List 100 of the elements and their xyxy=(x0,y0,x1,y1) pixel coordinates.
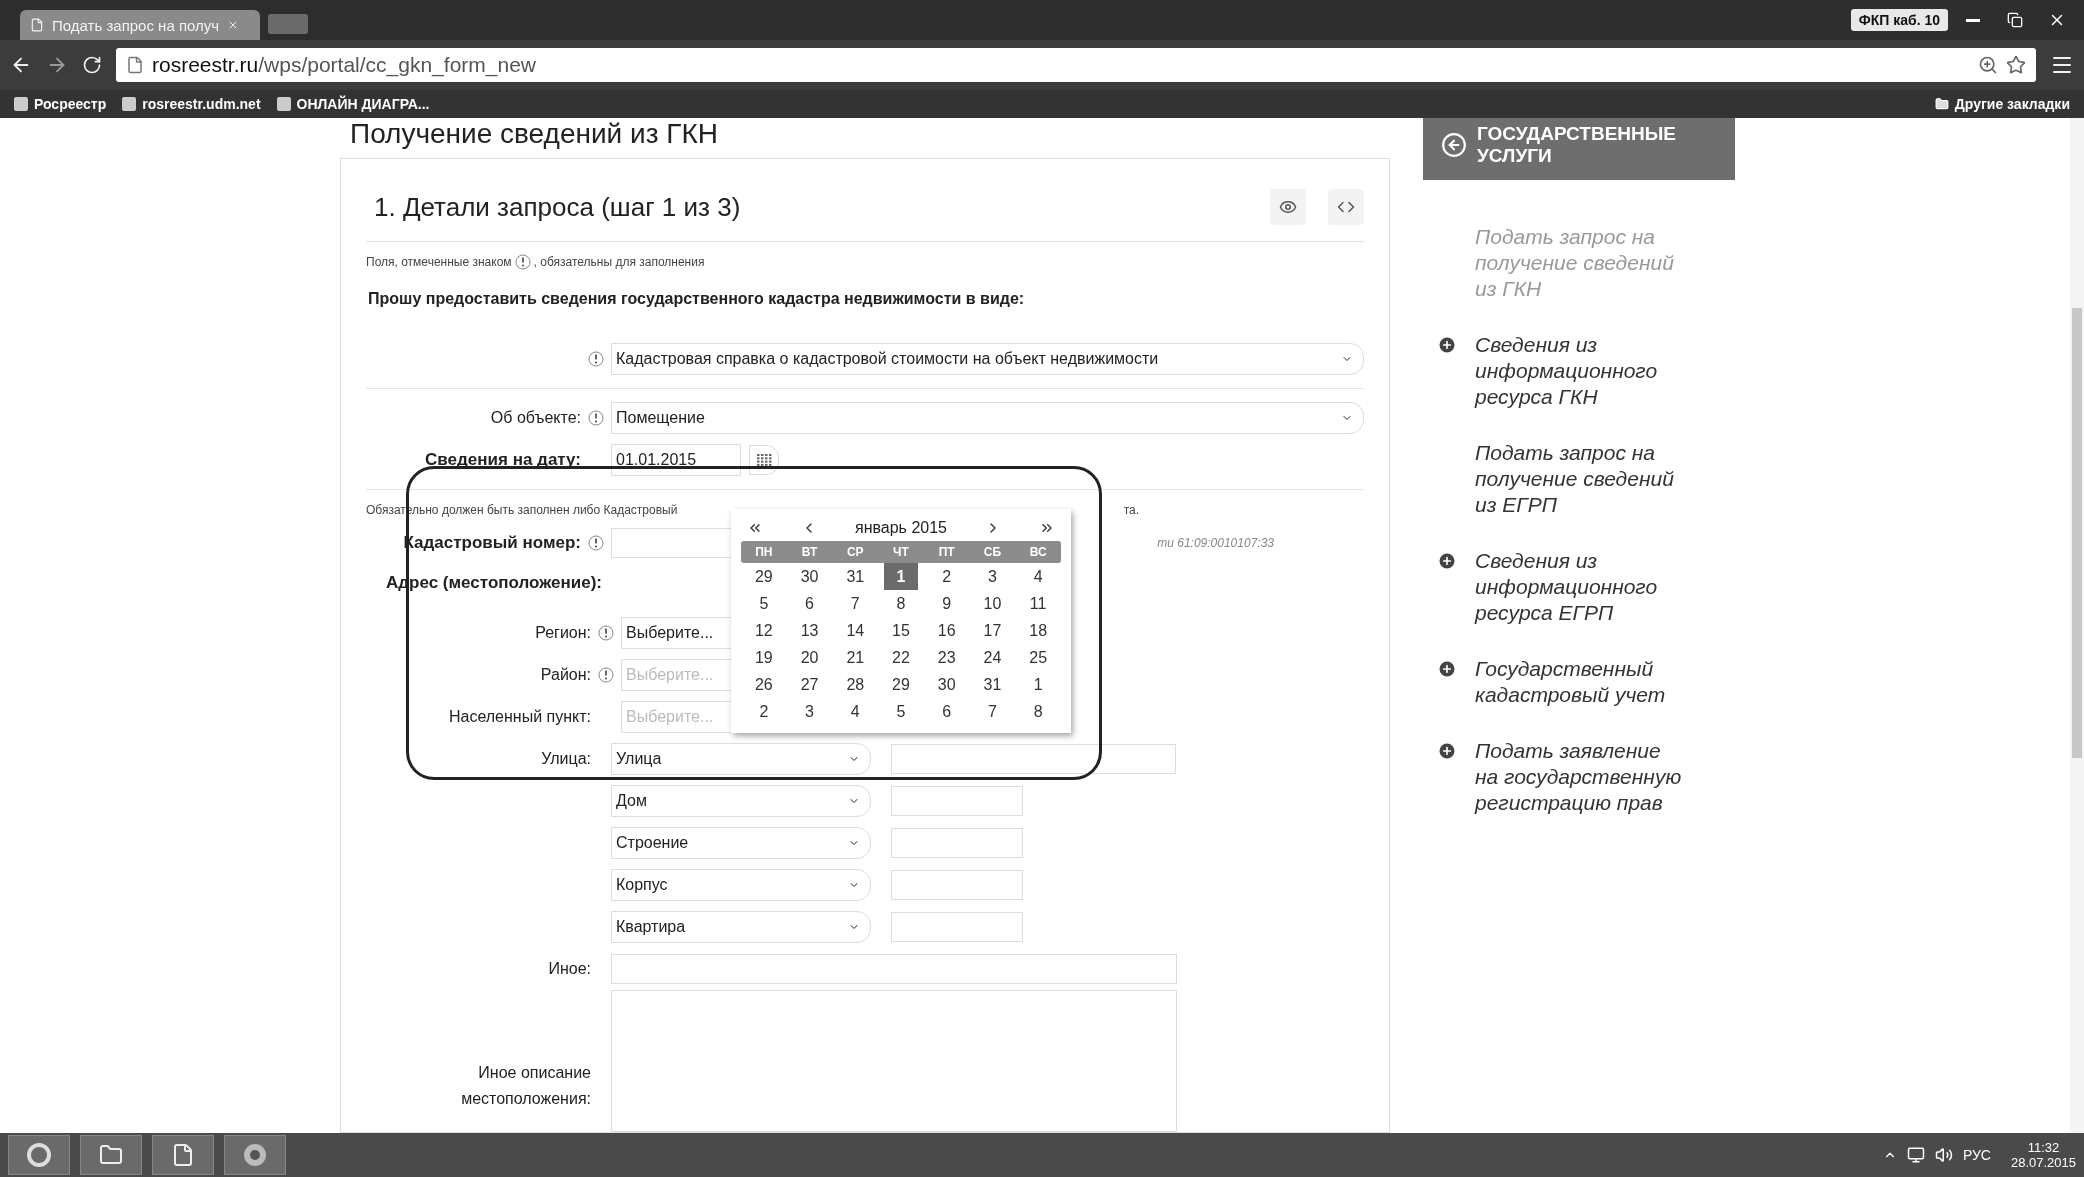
network-icon[interactable] xyxy=(1906,1146,1925,1164)
language-indicator[interactable]: РУС xyxy=(1962,1147,1991,1163)
address-part-select[interactable]: Улица xyxy=(611,743,871,775)
address-part-select[interactable]: Дом xyxy=(611,785,871,817)
sidebar-link[interactable]: Сведения из информационного ресурса ЕГРП xyxy=(1437,548,1687,626)
calendar-day[interactable]: 24 xyxy=(975,644,1010,671)
page-icon xyxy=(30,18,44,32)
calendar-day[interactable]: 30 xyxy=(929,671,964,698)
calendar-day[interactable]: 20 xyxy=(792,644,827,671)
calendar-day[interactable]: 15 xyxy=(884,617,918,644)
calendar-day[interactable]: 5 xyxy=(747,590,781,617)
source-button[interactable] xyxy=(1328,189,1364,225)
preview-button[interactable] xyxy=(1270,189,1306,225)
address-part-field[interactable] xyxy=(891,870,1023,900)
calendar-day[interactable]: 10 xyxy=(975,590,1010,617)
calendar-day[interactable]: 8 xyxy=(1021,698,1055,725)
calendar-day[interactable]: 7 xyxy=(975,698,1010,725)
calendar-day[interactable]: 31 xyxy=(975,671,1010,698)
calendar-day[interactable]: 21 xyxy=(838,644,873,671)
user-badge[interactable]: ФКП каб. 10 xyxy=(1850,9,1948,31)
form-title: 1. Детали запроса (шаг 1 из 3) xyxy=(374,191,742,223)
field-label: Иное описание местоположения: xyxy=(460,1063,591,1109)
star-icon[interactable] xyxy=(2006,55,2026,75)
volume-icon[interactable] xyxy=(1934,1146,1953,1164)
taskbar-button[interactable] xyxy=(152,1135,214,1175)
grid-icon xyxy=(756,453,772,467)
reload-button[interactable] xyxy=(82,55,102,75)
calendar-day[interactable]: 8 xyxy=(884,590,918,617)
address-field[interactable]: rosreestr.ru/wps/portal/cc_gkn_form_new xyxy=(116,48,2036,82)
page-icon xyxy=(126,56,144,74)
object-select[interactable]: Помещение xyxy=(611,402,1364,434)
calendar-day[interactable]: 9 xyxy=(929,590,964,617)
address-part-select[interactable]: Корпус xyxy=(611,869,871,901)
calendar-day[interactable]: 1 xyxy=(1021,671,1055,698)
sidebar-header[interactable]: ГОСУДАРСТВЕННЫЕ УСЛУГИ xyxy=(1423,118,1735,180)
calendar-day[interactable]: 4 xyxy=(1021,563,1055,590)
scrollbar[interactable] xyxy=(2070,118,2084,1133)
calendar-day[interactable]: 12 xyxy=(747,617,781,644)
address-part-field[interactable] xyxy=(891,828,1023,858)
required-note: , обязательны для заполнения xyxy=(533,255,705,269)
calendar-day[interactable]: 27 xyxy=(792,671,827,698)
calendar-day[interactable]: 11 xyxy=(1021,590,1055,617)
calendar-day[interactable]: 2 xyxy=(747,698,781,725)
calendar-day[interactable]: 6 xyxy=(792,590,827,617)
address-part-field[interactable] xyxy=(891,786,1023,816)
clock[interactable]: 11:32 28.07.2015 xyxy=(2010,1140,2076,1170)
sidebar-link[interactable]: Подать запрос на получение сведений из ЕГРП xyxy=(1437,440,1687,518)
sidebar-link[interactable]: Государственный кадастровый учет xyxy=(1437,656,1687,708)
calendar-day[interactable]: 1 xyxy=(884,563,918,590)
address-part-field[interactable] xyxy=(891,744,1176,774)
plus-icon xyxy=(1437,741,1457,761)
other-bookmarks-link[interactable]: Другие закладки xyxy=(1934,96,2070,112)
folder-icon xyxy=(99,1143,123,1167)
calendar-day[interactable]: 13 xyxy=(792,617,827,644)
calendar-day[interactable]: 23 xyxy=(929,644,964,671)
calendar-day[interactable]: 14 xyxy=(838,617,873,644)
calendar-day[interactable]: 22 xyxy=(884,644,918,671)
address-part-select[interactable]: Квартира xyxy=(611,911,871,943)
calendar-day[interactable]: 31 xyxy=(838,563,873,590)
calendar-day[interactable]: 3 xyxy=(792,698,827,725)
calendar-day[interactable]: 16 xyxy=(929,617,964,644)
sidebar-link[interactable]: Подать заявление на государственную регистрацию прав xyxy=(1437,738,1687,816)
address-part-field[interactable] xyxy=(891,912,1023,942)
calendar-day[interactable]: 5 xyxy=(884,698,918,725)
calendar-day[interactable]: 18 xyxy=(1021,617,1055,644)
calendar-icon[interactable] xyxy=(749,445,779,475)
notice-text: та. xyxy=(1123,503,1139,517)
calendar-day[interactable]: 4 xyxy=(838,698,873,725)
calendar-day[interactable]: 29 xyxy=(747,563,781,590)
calendar-day[interactable]: 3 xyxy=(975,563,1010,590)
zoom-icon[interactable] xyxy=(1978,55,1998,75)
document-type-select[interactable]: Кадастровая справка о кадастровой стоимости на объект недвижимости xyxy=(611,343,1364,375)
description-field[interactable] xyxy=(611,990,1177,1132)
taskbar-button[interactable] xyxy=(80,1135,142,1175)
calendar-day[interactable]: 19 xyxy=(747,644,781,671)
calendar-day[interactable]: 28 xyxy=(838,671,873,698)
date-field[interactable]: 01.01.2015 xyxy=(611,444,741,476)
cadastral-hint: ти 61:09:0010107:33 xyxy=(1157,536,1274,550)
taskbar-button[interactable] xyxy=(8,1135,70,1175)
taskbar-button[interactable] xyxy=(224,1135,286,1175)
calendar-day[interactable]: 25 xyxy=(1021,644,1055,671)
weekday-label: ВТ xyxy=(800,545,819,559)
field-label: Населенный пункт: xyxy=(447,708,591,726)
bookmark-link[interactable]: Росреестр xyxy=(14,96,107,112)
weekday-label: ПН xyxy=(754,545,774,559)
bookmark-link[interactable]: rosreestr.udm.net xyxy=(122,96,261,112)
document-icon xyxy=(171,1143,195,1167)
calendar-day[interactable]: 7 xyxy=(838,590,873,617)
weekday-label: ВС xyxy=(1028,545,1048,559)
bookmark-link[interactable]: ОНЛАЙН ДИАГРА... xyxy=(276,96,430,112)
calendar-day[interactable]: 26 xyxy=(747,671,781,698)
address-part-select[interactable]: Строение xyxy=(611,827,871,859)
sidebar-link[interactable]: Сведения из информационного ресурса ГКН xyxy=(1437,332,1687,410)
calendar-day[interactable]: 6 xyxy=(929,698,964,725)
other-field[interactable] xyxy=(611,954,1177,984)
calendar-day[interactable]: 2 xyxy=(929,563,964,590)
browser-icon xyxy=(26,1142,52,1168)
calendar-day[interactable]: 29 xyxy=(884,671,918,698)
calendar-day[interactable]: 17 xyxy=(975,617,1010,644)
calendar-day[interactable]: 30 xyxy=(792,563,827,590)
